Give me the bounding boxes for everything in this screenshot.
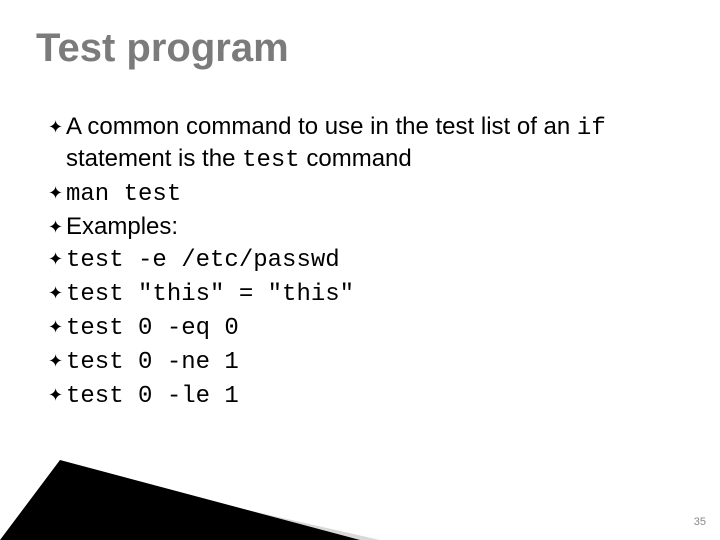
bullet-text: A common command to use in the test list… [66, 112, 672, 176]
bullet-text: test 0 -le 1 [66, 380, 672, 412]
slide-body: ✦A common command to use in the test lis… [48, 112, 672, 414]
bullet-icon: ✦ [48, 112, 66, 142]
bullet-icon: ✦ [48, 312, 66, 342]
bullet-icon: ✦ [48, 380, 66, 410]
bullet-item: ✦A common command to use in the test lis… [48, 112, 672, 176]
bullet-icon: ✦ [48, 278, 66, 308]
bullet-icon: ✦ [48, 178, 66, 208]
page-number: 35 [694, 516, 706, 528]
corner-decoration [0, 430, 380, 540]
bullet-text: test "this" = "this" [66, 278, 672, 310]
bullet-icon: ✦ [48, 346, 66, 376]
slide-title: Test program [36, 26, 289, 71]
slide: Test program ✦A common command to use in… [0, 0, 720, 540]
bullet-item: ✦test 0 -ne 1 [48, 346, 672, 378]
bullet-text: Examples: [66, 212, 672, 242]
bullet-item: ✦test 0 -eq 0 [48, 312, 672, 344]
bullet-item: ✦Examples: [48, 212, 672, 242]
bullet-item: ✦man test [48, 178, 672, 210]
bullet-item: ✦test "this" = "this" [48, 278, 672, 310]
bullet-text: man test [66, 178, 672, 210]
bullet-icon: ✦ [48, 244, 66, 274]
bullet-item: ✦test -e /etc/passwd [48, 244, 672, 276]
bullet-text: test 0 -eq 0 [66, 312, 672, 344]
bullet-text: test -e /etc/passwd [66, 244, 672, 276]
bullet-icon: ✦ [48, 212, 66, 242]
bullet-text: test 0 -ne 1 [66, 346, 672, 378]
bullet-item: ✦test 0 -le 1 [48, 380, 672, 412]
